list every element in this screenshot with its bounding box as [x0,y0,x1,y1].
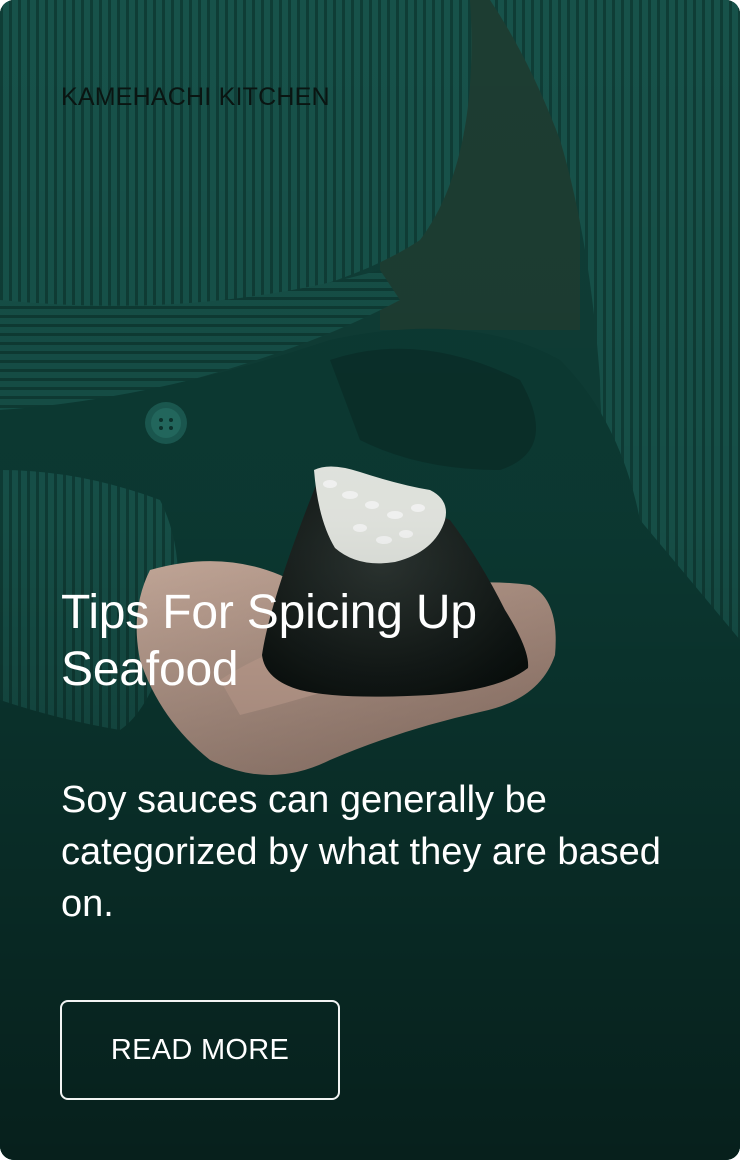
brand-label: KAMEHACHI KITCHEN [61,83,330,111]
article-card: KAMEHACHI KITCHEN Tips For Spicing Up Se… [0,0,740,1160]
article-excerpt: Soy sauces can generally be categorized … [61,779,661,925]
hero-photo [0,0,740,1160]
article-title: Tips For Spicing Up Seafood [61,586,477,696]
read-more-button[interactable]: READ MORE [60,1000,340,1100]
